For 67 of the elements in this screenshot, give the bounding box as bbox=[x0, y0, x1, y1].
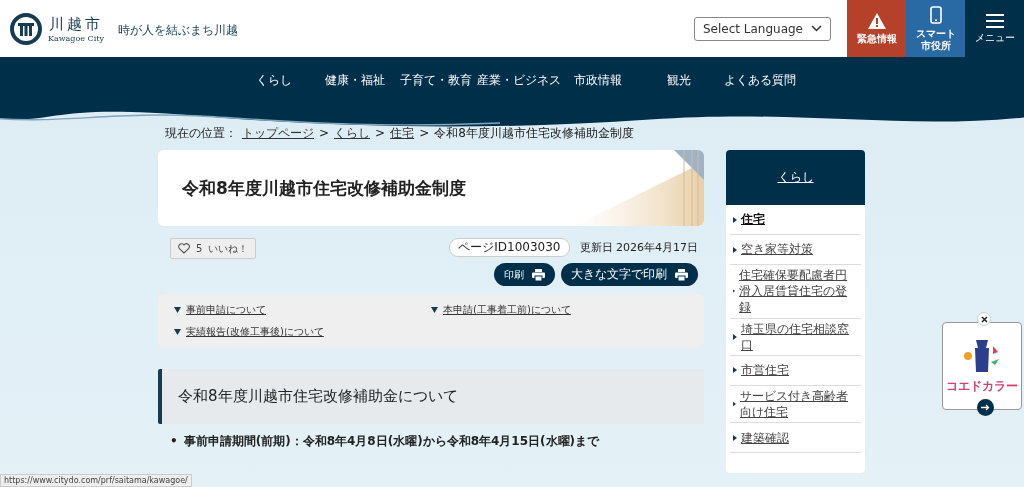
tower-drawing bbox=[963, 337, 1001, 374]
breadcrumb-label: 現在の位置： bbox=[165, 124, 237, 142]
sidebar-link[interactable]: 埼玉県の住宅相談窓口 bbox=[740, 320, 858, 353]
nav-link[interactable]: よくある質問 bbox=[719, 71, 801, 89]
sidebar-link[interactable]: 住宅確保要配慮者円滑入居賃貸住宅の登録 bbox=[739, 267, 858, 316]
header-button[interactable]: メニュー bbox=[965, 0, 1024, 57]
close-button[interactable] bbox=[977, 312, 991, 326]
header-button[interactable]: 緊急情報 bbox=[847, 0, 906, 57]
breadcrumb-link[interactable]: 住宅 bbox=[390, 124, 415, 142]
heart-icon bbox=[178, 243, 190, 254]
nav-link[interactable]: 観光 bbox=[638, 71, 720, 89]
triangle-right-icon bbox=[733, 367, 737, 374]
triangle-down-icon bbox=[174, 307, 181, 313]
banner-card[interactable]: コエドカラー bbox=[942, 322, 1022, 410]
close-icon bbox=[980, 315, 988, 323]
breadcrumb-separator: > bbox=[419, 126, 430, 140]
page-title: 令和8年度川越市住宅改修補助金制度 bbox=[182, 176, 466, 200]
nav-link[interactable]: 産業・ビジネス bbox=[476, 71, 558, 89]
chevron-down-icon bbox=[811, 25, 822, 32]
printer-icon bbox=[532, 268, 545, 281]
bullet-marker: • bbox=[170, 434, 178, 450]
sidebar-title-link[interactable]: くらし bbox=[777, 169, 814, 186]
printer-icon bbox=[675, 268, 688, 281]
banner-label: コエドカラー bbox=[946, 377, 1018, 395]
updated-date: 更新日 2026年4月17日 bbox=[579, 240, 698, 255]
city-name-english: Kawagoe City bbox=[48, 33, 104, 43]
toc-link[interactable]: 本申請(工事着工前)について bbox=[443, 303, 571, 317]
city-emblem-icon bbox=[10, 12, 42, 45]
triangle-right-icon bbox=[733, 434, 737, 441]
warning-icon bbox=[867, 12, 886, 29]
toc-link[interactable]: 実績報告(改修工事後)について bbox=[186, 325, 324, 339]
sidebar-link[interactable]: サービス付き高齢者向け住宅 bbox=[740, 387, 858, 421]
section-heading: 令和8年度川越市住宅改修補助金について bbox=[158, 369, 704, 424]
menu-icon bbox=[985, 13, 1004, 28]
breadcrumb-link[interactable]: くらし bbox=[334, 124, 371, 142]
print-button[interactable]: 大きな文字で印刷 bbox=[561, 263, 698, 286]
print-button[interactable]: 印刷 bbox=[494, 263, 555, 286]
tagline: 時が人を結ぶまち川越 bbox=[118, 22, 238, 39]
triangle-down-icon bbox=[431, 307, 438, 313]
status-bar-url: https://www.citydo.com/prf/saitama/kawagoe/ bbox=[0, 474, 192, 487]
triangle-right-icon bbox=[733, 333, 737, 340]
arrow-button[interactable] bbox=[977, 399, 994, 416]
sidebar-link[interactable]: 建築確認 bbox=[741, 429, 789, 446]
triangle-right-icon bbox=[733, 216, 737, 223]
breadcrumb-separator: > bbox=[375, 126, 386, 140]
sidebar-link[interactable]: 市営住宅 bbox=[741, 362, 789, 379]
nav-link[interactable]: 健康・福祉 bbox=[314, 71, 396, 89]
sidebar-link[interactable]: 空き家等対策 bbox=[741, 241, 813, 258]
city-name: 川越市 bbox=[49, 14, 103, 34]
smartphone-icon bbox=[929, 6, 942, 24]
nav-link[interactable]: 子育て・教育 bbox=[395, 71, 477, 89]
toc-link[interactable]: 事前申請について bbox=[186, 303, 266, 317]
triangle-down-icon bbox=[174, 329, 181, 335]
like-button[interactable]: 5 いいね！ bbox=[170, 238, 257, 259]
header-button[interactable]: スマート市役所 bbox=[906, 0, 965, 57]
breadcrumb-link[interactable]: トップページ bbox=[242, 124, 314, 142]
triangle-right-icon bbox=[733, 288, 736, 295]
triangle-right-icon bbox=[733, 246, 737, 253]
bullet-text: 事前申請期間(前期)：令和8年4月8日(水曜)から令和8年4月15日(水曜)まで bbox=[183, 434, 600, 450]
triangle-right-icon bbox=[733, 401, 737, 408]
nav-link[interactable]: くらし bbox=[233, 71, 315, 89]
page-id-badge: ページID1003030 bbox=[449, 238, 570, 257]
language-select[interactable]: Select Language bbox=[693, 16, 831, 41]
arrow-right-icon bbox=[981, 404, 990, 411]
breadcrumb-current: 令和8年度川越市住宅改修補助金制度 bbox=[434, 124, 634, 142]
breadcrumb-separator: > bbox=[319, 126, 330, 140]
sidebar-link[interactable]: 住宅 bbox=[741, 211, 765, 228]
